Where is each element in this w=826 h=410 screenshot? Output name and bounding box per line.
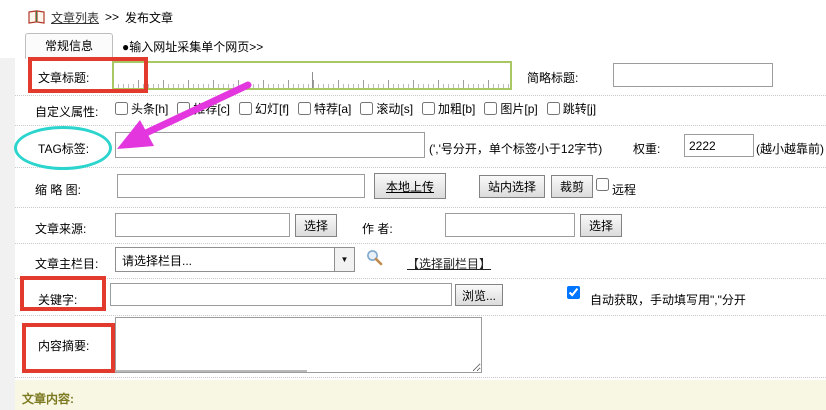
attr-checkbox-recommend[interactable] xyxy=(177,102,190,115)
breadcrumb-current: 发布文章 xyxy=(125,9,173,26)
content-label: 文章内容: xyxy=(22,390,74,407)
title-label: 文章标题: xyxy=(38,69,89,86)
attr-label: 图片[p] xyxy=(500,100,537,117)
tab-general-info[interactable]: 常规信息 xyxy=(25,33,113,59)
source-label: 文章来源: xyxy=(35,220,86,237)
attr-label: 幻灯[f] xyxy=(255,100,289,117)
auto-fetch-label: 自动获取，手动填写用","分开 xyxy=(590,291,746,308)
row-separator xyxy=(15,167,826,168)
attr-label: 跳转[j] xyxy=(563,100,596,117)
author-label: 作 者: xyxy=(362,220,393,237)
attributes-checkbox-group: 头条[h] 推荐[c] 幻灯[f] 特荐[a] 滚动[s] 加粗[b] 图片[p… xyxy=(115,100,596,117)
title-input[interactable] xyxy=(112,61,512,90)
category-label: 文章主栏目: xyxy=(35,255,98,272)
row-separator xyxy=(15,243,826,244)
attr-label: 头条[h] xyxy=(131,100,168,117)
weight-label: 权重: xyxy=(633,140,660,157)
keywords-input[interactable] xyxy=(110,283,452,306)
attr-checkbox-slide[interactable] xyxy=(239,102,252,115)
attr-label: 加粗[b] xyxy=(438,100,475,117)
short-title-label: 简略标题: xyxy=(527,69,578,86)
attr-checkbox-scroll[interactable] xyxy=(360,102,373,115)
tag-hint: (','号分开，单个标签小于12字节) xyxy=(429,140,602,157)
row-separator xyxy=(15,315,826,316)
crop-button[interactable]: 裁剪 xyxy=(551,175,593,198)
remote-checkbox[interactable] xyxy=(596,178,609,191)
keywords-label: 关键字: xyxy=(38,291,77,308)
thumbnail-input[interactable] xyxy=(117,174,365,198)
collect-url-tab[interactable]: ●输入网址采集单个网页>> xyxy=(122,38,263,55)
attr-label: 推荐[c] xyxy=(193,100,230,117)
row-separator xyxy=(15,95,826,96)
divider-segment xyxy=(75,370,307,372)
article-publish-page: 文章列表 >> 发布文章 常规信息 ●输入网址采集单个网页>> 文章标题: 简略… xyxy=(0,0,826,410)
content-section-header: 文章内容: xyxy=(15,380,826,410)
row-separator xyxy=(15,207,826,208)
attr-checkbox-bold[interactable] xyxy=(422,102,435,115)
book-icon xyxy=(28,10,45,24)
sub-category-link[interactable]: 【选择副栏目】 xyxy=(407,255,491,272)
attr-checkbox-picture[interactable] xyxy=(484,102,497,115)
row-separator xyxy=(15,278,826,279)
attr-checkbox-jump[interactable] xyxy=(547,102,560,115)
remote-label: 远程 xyxy=(612,181,636,198)
chevron-down-icon: ▼ xyxy=(334,248,354,271)
short-title-input[interactable] xyxy=(613,63,773,87)
auto-fetch-checkbox[interactable] xyxy=(567,286,580,299)
author-select-button[interactable]: 选择 xyxy=(580,214,622,237)
attr-checkbox-headline[interactable] xyxy=(115,102,128,115)
thumbnail-label: 缩 略 图: xyxy=(35,181,81,198)
breadcrumb: 文章列表 >> 发布文章 xyxy=(28,8,173,26)
weight-hint: (越小越靠前) xyxy=(756,140,824,157)
left-gutter xyxy=(0,58,15,410)
tag-label: TAG标签: xyxy=(38,140,89,157)
attr-checkbox-special[interactable] xyxy=(298,102,311,115)
row-separator xyxy=(15,377,826,378)
source-select-button[interactable]: 选择 xyxy=(295,214,337,237)
weight-input[interactable] xyxy=(684,134,754,157)
magnifier-icon[interactable] xyxy=(366,249,383,266)
category-selected-value: 请选择栏目... xyxy=(122,252,192,269)
site-select-button[interactable]: 站内选择 xyxy=(479,175,545,198)
browse-button[interactable]: 浏览... xyxy=(455,284,503,306)
breadcrumb-link-article-list[interactable]: 文章列表 xyxy=(51,9,99,26)
breadcrumb-separator: >> xyxy=(105,10,119,24)
row-separator xyxy=(15,125,826,126)
attr-label: 特荐[a] xyxy=(314,100,351,117)
summary-textarea[interactable] xyxy=(115,317,482,373)
attributes-label: 自定义属性: xyxy=(35,103,98,120)
local-upload-button[interactable]: 本地上传 xyxy=(374,173,446,199)
source-input[interactable] xyxy=(115,213,290,237)
attr-label: 滚动[s] xyxy=(376,100,413,117)
summary-label: 内容摘要: xyxy=(38,337,89,354)
tag-input[interactable] xyxy=(115,132,425,158)
category-select[interactable]: 请选择栏目... ▼ xyxy=(115,247,355,272)
author-input[interactable] xyxy=(445,213,575,237)
